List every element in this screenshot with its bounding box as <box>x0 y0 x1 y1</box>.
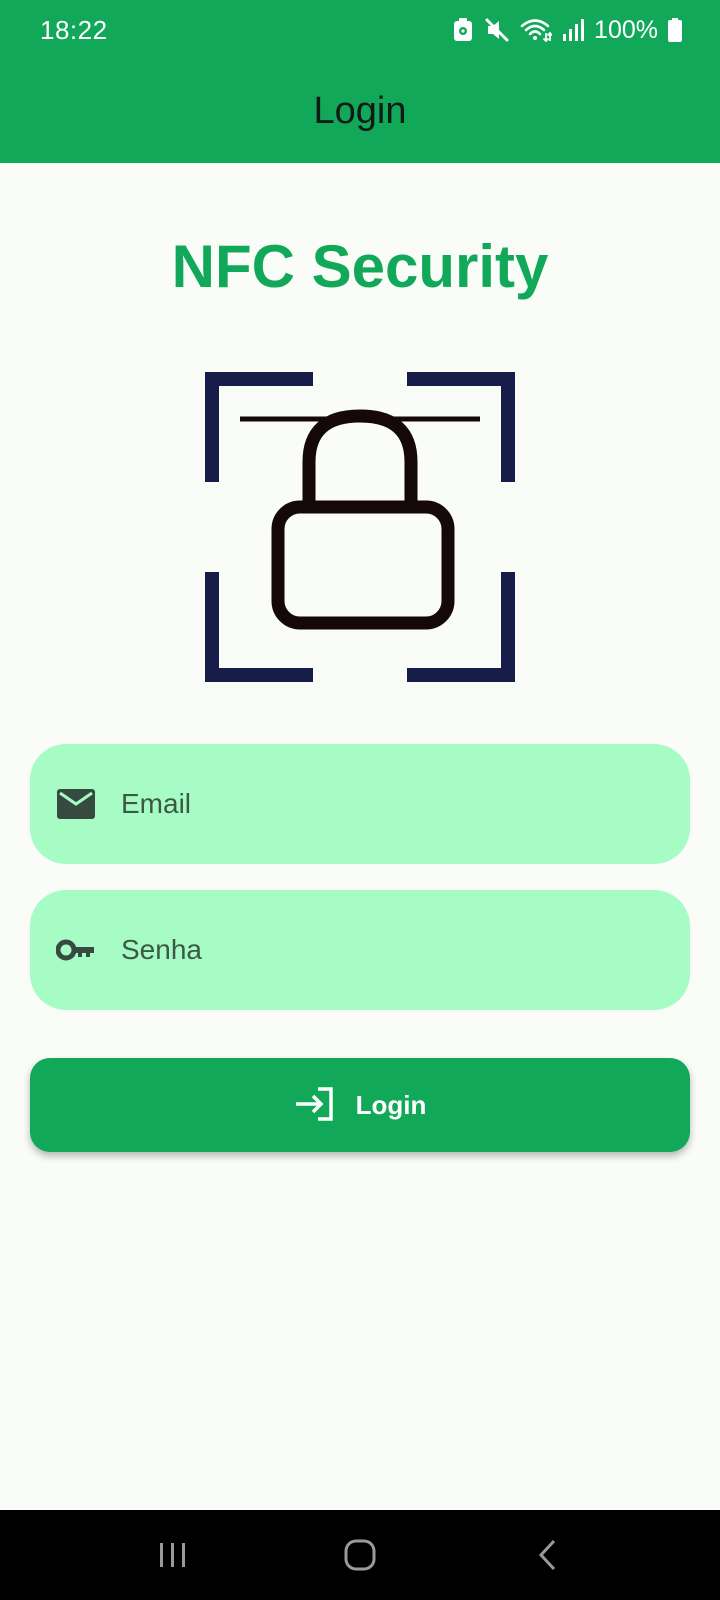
app-bar: Login <box>0 60 720 163</box>
recents-button[interactable] <box>133 1515 213 1595</box>
mute-icon <box>484 17 510 43</box>
login-icon <box>294 1086 334 1125</box>
battery-icon <box>668 18 682 42</box>
login-button-label: Login <box>355 1089 427 1120</box>
status-bar: 18:22 100% <box>0 0 720 60</box>
status-time: 18:22 <box>40 14 108 45</box>
key-icon <box>56 930 96 970</box>
padlock <box>271 409 455 630</box>
home-button[interactable] <box>320 1515 400 1595</box>
back-button[interactable] <box>507 1515 587 1595</box>
battery-percentage: 100% <box>594 15 658 44</box>
status-icons: 100% <box>452 16 682 45</box>
scan-frame <box>205 372 515 682</box>
email-field[interactable] <box>30 744 690 864</box>
app-title: NFC Security <box>171 233 549 300</box>
email-icon <box>56 784 96 824</box>
login-button[interactable]: Login <box>30 1058 690 1152</box>
nfc-lock-scan-icon <box>205 372 515 682</box>
email-input[interactable] <box>121 774 641 834</box>
app-bar-title: Login <box>313 90 407 132</box>
navigation-bar <box>0 1510 720 1600</box>
login-screen: 18:22 100% Login NFC Security Email Logi… <box>0 0 720 1600</box>
vault-icon <box>452 17 474 43</box>
password-input[interactable] <box>121 920 641 980</box>
signal-icon <box>562 18 585 42</box>
password-field[interactable] <box>30 890 690 1010</box>
wifi-icon <box>520 17 553 43</box>
